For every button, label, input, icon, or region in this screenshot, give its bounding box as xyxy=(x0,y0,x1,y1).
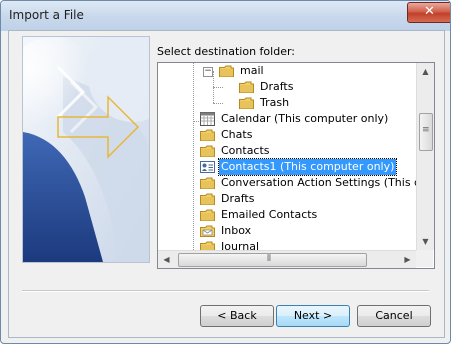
grip-icon: ⦀ xyxy=(267,254,271,264)
tree-guide-line xyxy=(213,103,223,104)
back-button[interactable]: < Back xyxy=(200,305,274,327)
scroll-left-button[interactable]: ◀ xyxy=(158,251,175,268)
destination-folder-label: Select destination folder: xyxy=(157,45,296,58)
contact-card-icon xyxy=(200,161,215,173)
window-title: Import a File xyxy=(9,8,84,22)
banner-graphic xyxy=(23,37,149,262)
folder-icon xyxy=(239,81,254,93)
tree-guide-line xyxy=(193,121,199,122)
next-button[interactable]: Next > xyxy=(276,305,350,327)
calendar-icon xyxy=(200,112,215,126)
import-file-dialog: Import a File ✕ Select destination folde… xyxy=(0,0,451,344)
wizard-body: Select destination folder: − mail Drafts… xyxy=(8,30,445,338)
horizontal-scrollbar[interactable]: ◀ ⦀ ▶ xyxy=(158,250,416,268)
vertical-scrollbar[interactable]: ▲ ≡ ▼ xyxy=(416,63,434,250)
cancel-button[interactable]: Cancel xyxy=(357,305,431,327)
scroll-right-button[interactable]: ▶ xyxy=(399,251,416,268)
folder-tree-viewport: − mail Drafts Trash Calendar (This compu… xyxy=(158,63,416,250)
folder-icon xyxy=(219,65,234,77)
close-icon: ✕ xyxy=(424,4,435,19)
wizard-banner-image xyxy=(22,36,150,263)
tree-guide-line xyxy=(193,63,194,250)
folder-tree[interactable]: − mail Drafts Trash Calendar (This compu… xyxy=(157,62,435,269)
vertical-scroll-thumb[interactable]: ≡ xyxy=(419,113,433,151)
folder-icon xyxy=(200,145,215,157)
folder-icon xyxy=(200,209,215,221)
scroll-up-button[interactable]: ▲ xyxy=(417,63,434,80)
collapse-mail-toggle[interactable]: − xyxy=(203,67,213,77)
folder-icon xyxy=(239,97,254,109)
journal-icon xyxy=(200,241,215,250)
folder-icon xyxy=(200,193,215,205)
scrollbar-corner xyxy=(416,250,433,267)
folder-icon xyxy=(200,129,215,141)
grip-icon: ≡ xyxy=(422,125,430,135)
scroll-down-button[interactable]: ▼ xyxy=(417,233,434,250)
horizontal-scroll-thumb[interactable]: ⦀ xyxy=(178,253,367,267)
tree-guide-line xyxy=(213,87,223,88)
title-bar[interactable]: Import a File ✕ xyxy=(1,1,450,31)
inbox-icon xyxy=(200,225,215,237)
button-separator xyxy=(22,290,429,292)
folder-icon xyxy=(200,177,215,189)
close-button[interactable]: ✕ xyxy=(407,2,450,23)
